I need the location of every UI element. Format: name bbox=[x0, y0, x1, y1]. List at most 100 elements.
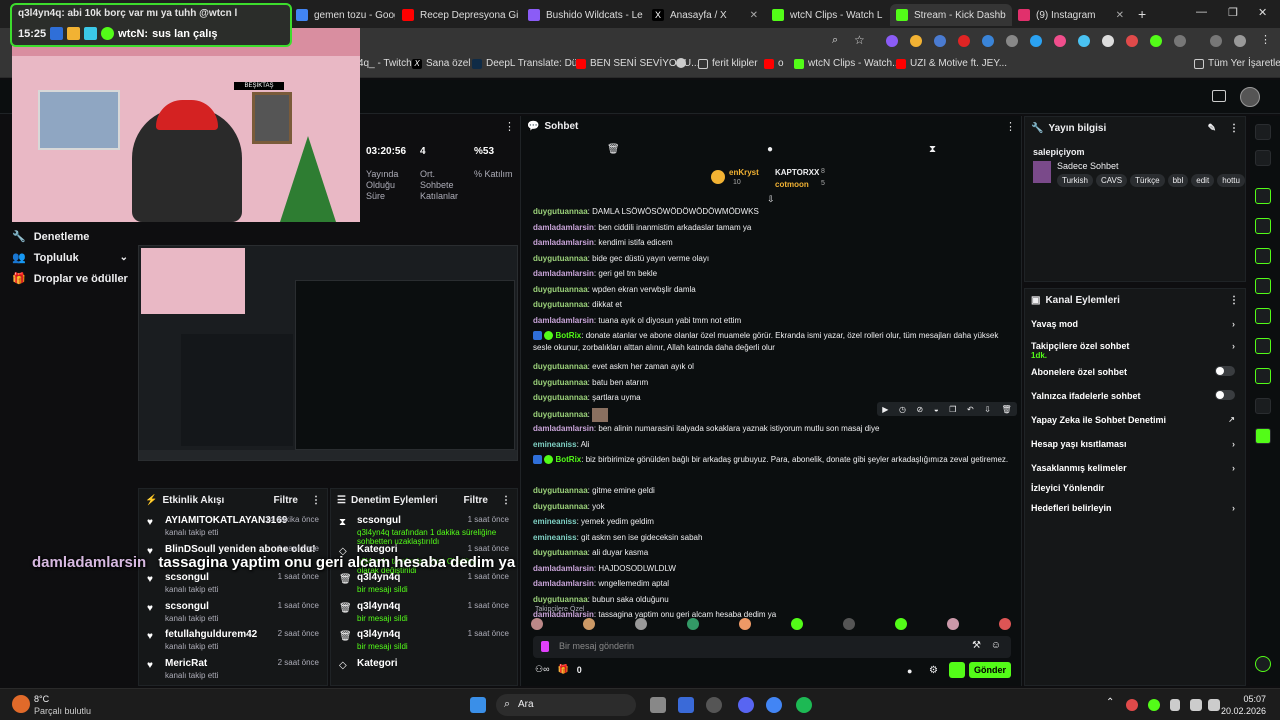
extension-icon[interactable] bbox=[958, 35, 970, 47]
chat-message[interactable]: BotRix: biz birbirimize gönülden bağlı b… bbox=[533, 454, 1011, 466]
filter-button[interactable]: Filtre bbox=[464, 495, 488, 506]
command-icon[interactable]: ⚒ bbox=[972, 640, 981, 651]
trash-icon[interactable]: 🗑 bbox=[607, 144, 620, 155]
ban-icon[interactable]: ⊘ bbox=[917, 405, 924, 414]
chat-message[interactable]: duygutuannaa: DAMLA LSÖWÖSÖWÖDÖWÖDÖWMÖDW… bbox=[533, 206, 1011, 218]
emote-icon[interactable] bbox=[999, 618, 1011, 630]
toggle-switch[interactable] bbox=[1215, 366, 1235, 376]
sidebar-item-drops[interactable]: 🎁 Droplar ve ödüller bbox=[12, 272, 128, 286]
channel-action-item[interactable]: Yapay Zeka ile Sohbet Denetimi ↗ bbox=[1031, 415, 1235, 425]
more-menu-icon[interactable]: ⋮ bbox=[1229, 123, 1239, 134]
wrench-icon[interactable] bbox=[1255, 368, 1271, 384]
chat-message[interactable]: damladamlarsin: ben ciddili inanmistim a… bbox=[533, 222, 1011, 234]
more-menu-icon[interactable]: ⋮ bbox=[504, 120, 515, 133]
more-menu-icon[interactable]: ⋮ bbox=[501, 495, 511, 506]
channel-action-item[interactable]: Hesap yaşı kısıtlaması › bbox=[1031, 439, 1235, 449]
chat-message[interactable]: damladamlarsin: wngellemedim aptal bbox=[533, 578, 1011, 590]
extension-icon[interactable] bbox=[1102, 35, 1114, 47]
emote-icon[interactable] bbox=[531, 618, 543, 630]
moderation-item[interactable]: 🗑 q3l4yn4q bir mesajı sildi 1 saat önce bbox=[339, 572, 509, 594]
document-icon[interactable] bbox=[1255, 248, 1271, 264]
more-menu-icon[interactable]: ⋮ bbox=[1005, 120, 1016, 133]
tray-icon[interactable] bbox=[1126, 699, 1138, 711]
extension-icon[interactable] bbox=[982, 35, 994, 47]
chat-message[interactable]: damladamlarsin: ben alinin numarasini it… bbox=[533, 423, 1011, 435]
bookmark[interactable]: 4q_ - Twitch bbox=[358, 58, 412, 69]
emote-icon[interactable] bbox=[895, 618, 907, 630]
emote-icon[interactable] bbox=[947, 618, 959, 630]
clock-time[interactable]: 05:07 bbox=[1220, 694, 1266, 704]
extension-icon[interactable] bbox=[1006, 35, 1018, 47]
undo-icon[interactable]: ↶ bbox=[967, 405, 974, 414]
moderation-item[interactable]: 🗑 q3l4yn4q bir mesajı sildi 1 saat önce bbox=[339, 601, 509, 623]
browser-tab[interactable]: gemen tozu - Google✕ bbox=[290, 4, 395, 26]
chat-message[interactable]: duygutuannaa: batu ben atarım bbox=[533, 377, 1011, 389]
browser-tab[interactable]: wtcN Clips - Watch L✕ bbox=[766, 4, 888, 26]
activity-item[interactable]: ♥ MericRat kanalı takip etti 2 saat önce bbox=[147, 658, 319, 680]
bookmark[interactable]: X Sana özel bbox=[412, 58, 470, 69]
filter-button[interactable]: Filtre bbox=[274, 495, 298, 506]
camera-icon[interactable] bbox=[1255, 188, 1271, 204]
discord-icon[interactable] bbox=[738, 697, 754, 713]
activity-item[interactable]: ♥ scsongul kanalı takip etti 1 saat önce bbox=[147, 601, 319, 623]
avatar[interactable] bbox=[1240, 87, 1260, 107]
moderation-item[interactable]: ⧗ scsongul q3l4yn4q tarafından 1 dakika sü… bbox=[339, 515, 509, 546]
emote-icon[interactable] bbox=[843, 618, 855, 630]
gift-icon[interactable]: 🎁 bbox=[557, 664, 568, 675]
channel-action-item[interactable]: Hedefleri belirleyin › bbox=[1031, 503, 1235, 513]
chat-message[interactable]: emineaniss: yemek yedim geldim bbox=[533, 516, 1011, 528]
edit-icon[interactable]: ✎ bbox=[1208, 123, 1216, 134]
bookmark[interactable]: ferit klipler bbox=[698, 58, 758, 69]
extension-icon[interactable] bbox=[1126, 35, 1138, 47]
extension-icon[interactable] bbox=[886, 35, 898, 47]
refresh-icon[interactable] bbox=[1255, 656, 1271, 672]
extension-icon[interactable] bbox=[1150, 35, 1162, 47]
new-tab-button[interactable]: + bbox=[1138, 6, 1146, 22]
play-icon[interactable]: ▶ bbox=[882, 405, 888, 414]
chat-message[interactable]: duygutuannaa: yok bbox=[533, 501, 1011, 513]
windows-start-icon[interactable] bbox=[470, 697, 486, 713]
edit-icon[interactable] bbox=[1255, 150, 1271, 166]
chat-message[interactable]: duygutuannaa: dikkat et bbox=[533, 299, 1011, 311]
channel-action-item[interactable]: İzleyici Yönlendir bbox=[1031, 483, 1235, 493]
bolt-icon[interactable] bbox=[1255, 218, 1271, 234]
chat-message[interactable]: duygutuannaa: wpden ekran verwbşlir daml… bbox=[533, 284, 1011, 296]
chat-message[interactable]: duygutuannaa: evet askm her zaman ayık o… bbox=[533, 361, 1011, 373]
more-menu-icon[interactable]: ⋮ bbox=[311, 495, 321, 506]
close-icon[interactable]: ✕ bbox=[1116, 10, 1124, 21]
kick-icon[interactable] bbox=[949, 662, 965, 678]
taskbar-search[interactable]: ⌕ Ara bbox=[496, 694, 636, 716]
chat-message[interactable]: damladamlarsin: geri gel tm bekle bbox=[533, 268, 1011, 280]
chevron-up-icon[interactable]: ⌃ bbox=[1106, 697, 1114, 708]
close-window-button[interactable]: ✕ bbox=[1258, 6, 1267, 19]
app-icon[interactable] bbox=[678, 697, 694, 713]
chat-bubble-icon[interactable]: ● bbox=[907, 666, 912, 676]
bookmark-star-icon[interactable]: ☆ bbox=[854, 33, 865, 47]
info-icon[interactable] bbox=[1255, 124, 1271, 140]
add-widget-icon[interactable] bbox=[1255, 428, 1271, 444]
close-icon[interactable]: ✕ bbox=[750, 10, 758, 21]
chat-message[interactable]: duygutuannaa: bubun saka olduğunu bbox=[533, 594, 1011, 606]
extensions-puzzle-icon[interactable] bbox=[1174, 35, 1186, 47]
emote-icon[interactable] bbox=[739, 618, 751, 630]
grid-icon[interactable] bbox=[1255, 398, 1271, 414]
tray-icon[interactable] bbox=[1148, 699, 1160, 711]
bookmark[interactable]: wtcN Clips - Watch... bbox=[794, 58, 900, 69]
chrome-icon[interactable] bbox=[766, 697, 782, 713]
chat-message[interactable]: emineaniss: Ali bbox=[533, 439, 1011, 451]
chat-message[interactable]: duygutuannaa: bide gec düstü yayın verme… bbox=[533, 253, 1011, 265]
task-view-icon[interactable] bbox=[650, 697, 666, 713]
broadcast-icon[interactable] bbox=[1255, 308, 1271, 324]
weather-icon[interactable] bbox=[12, 695, 30, 713]
chat-bubble-icon[interactable] bbox=[1255, 278, 1271, 294]
sidebar-item-moderation[interactable]: 🔧 Denetleme bbox=[12, 230, 89, 244]
chat-message[interactable]: duygutuannaa: ali duyar kasma bbox=[533, 547, 1011, 559]
copy-icon[interactable]: ❐ bbox=[949, 405, 956, 414]
extension-icon[interactable] bbox=[934, 35, 946, 47]
spotify-icon[interactable] bbox=[796, 697, 812, 713]
toggle-switch[interactable] bbox=[1215, 390, 1235, 400]
activity-item[interactable]: ♥ scsongul kanalı takip etti 1 saat önce bbox=[147, 572, 319, 594]
activity-item[interactable]: ♥ fetullahguldurem42 kanalı takip etti 2 sa… bbox=[147, 629, 319, 651]
browser-tab[interactable]: (9) Instagram ✕ bbox=[1012, 4, 1130, 26]
channel-action-item[interactable]: Yasaklanmış kelimeler › bbox=[1031, 463, 1235, 473]
